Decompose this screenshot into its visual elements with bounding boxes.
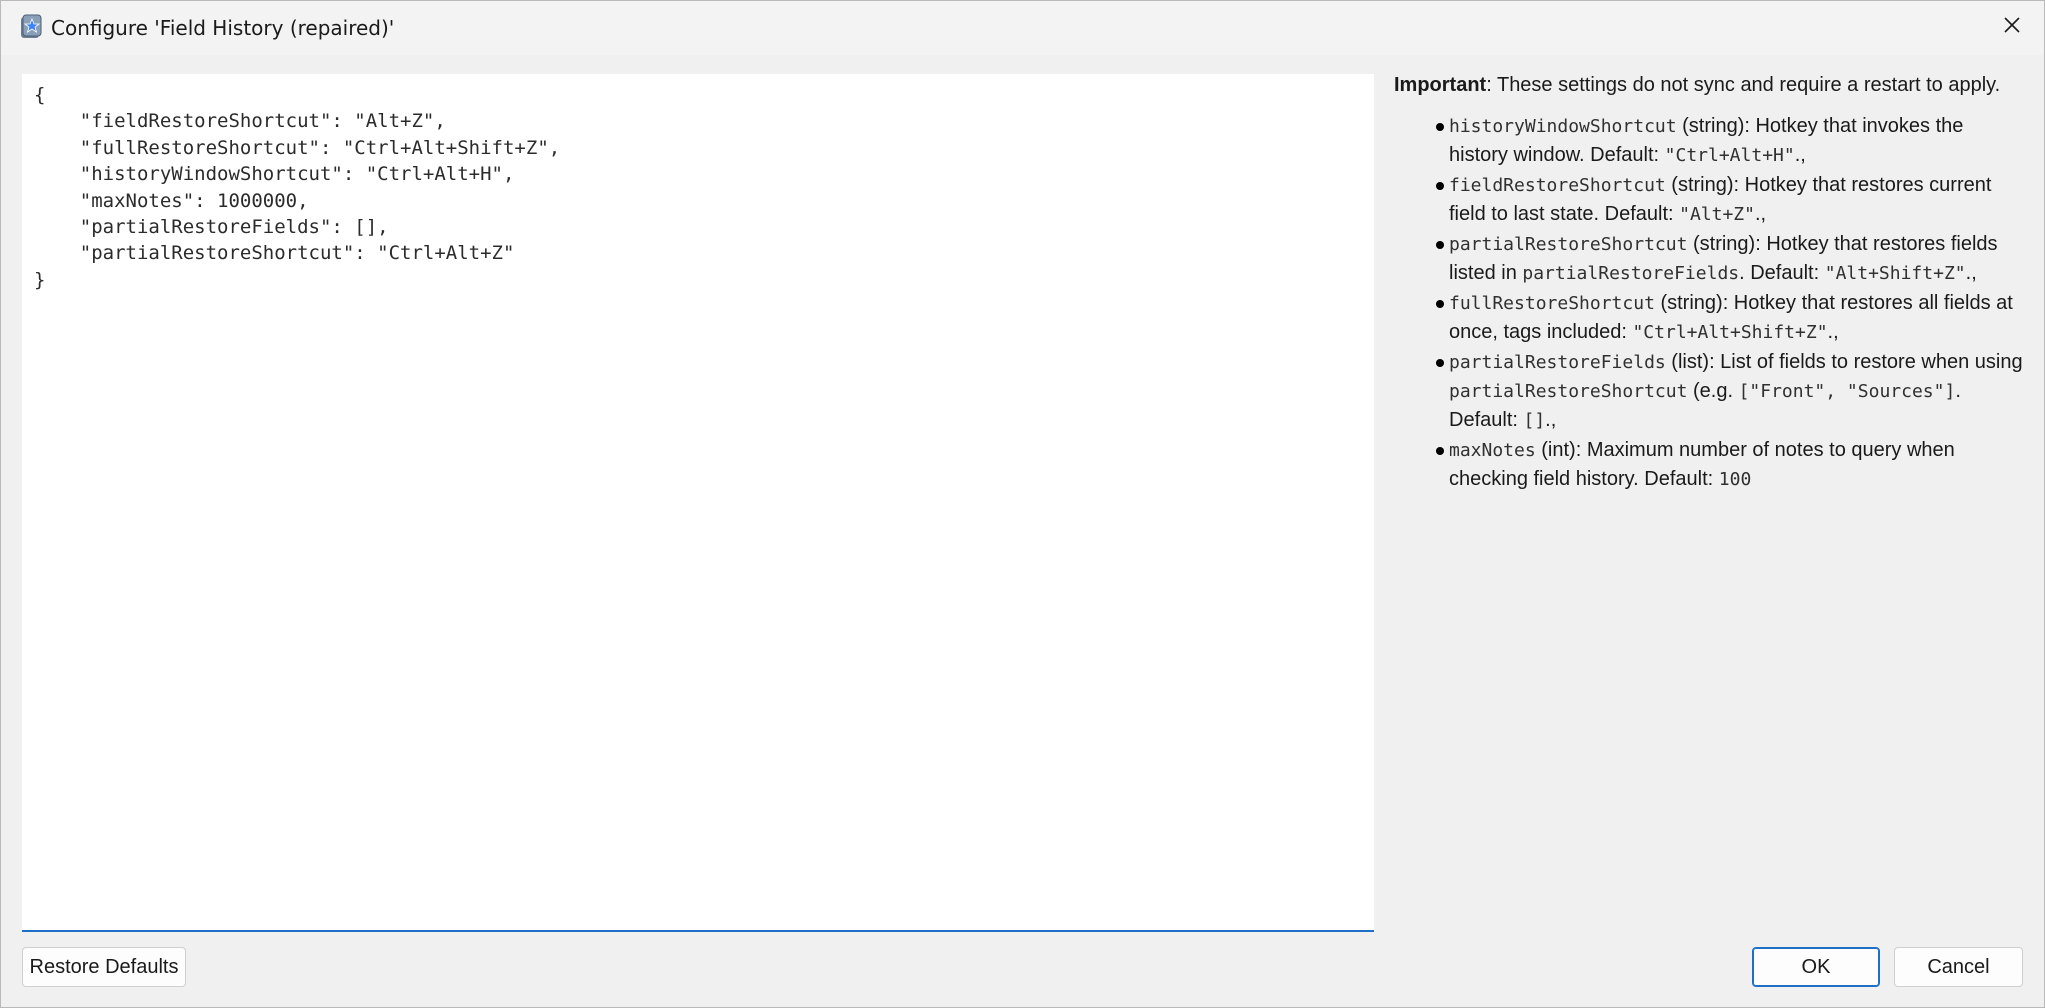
window-title: Configure 'Field History (repaired)'	[51, 16, 395, 40]
close-button[interactable]	[1990, 7, 2034, 47]
config-text[interactable]: { "fieldRestoreShortcut": "Alt+Z", "full…	[22, 74, 1374, 293]
list-item: fullRestoreShortcut (string): Hotkey tha…	[1436, 289, 2024, 347]
list-item: partialRestoreShortcut (string): Hotkey …	[1436, 230, 2024, 288]
important-text: : These settings do not sync and require…	[1486, 74, 2001, 96]
title-bar[interactable]: Configure 'Field History (repaired)'	[1, 1, 2044, 55]
list-item: historyWindowShortcut (string): Hotkey t…	[1436, 112, 2024, 170]
important-label: Important	[1394, 74, 1487, 96]
json-config-editor[interactable]: { "fieldRestoreShortcut": "Alt+Z", "full…	[22, 74, 1374, 932]
list-item: maxNotes (int): Maximum number of notes …	[1436, 436, 2024, 494]
restore-defaults-button[interactable]: Restore Defaults	[22, 947, 186, 987]
important-note: Important: These settings do not sync an…	[1394, 71, 2024, 100]
list-item: fieldRestoreShortcut (string): Hotkey th…	[1436, 171, 2024, 229]
anki-star-icon	[19, 14, 43, 40]
close-icon	[2003, 16, 2021, 38]
config-dialog: Configure 'Field History (repaired)' { "…	[0, 0, 2045, 1008]
help-panel: Important: These settings do not sync an…	[1394, 71, 2024, 495]
settings-list: historyWindowShortcut (string): Hotkey t…	[1394, 112, 2024, 494]
list-item: partialRestoreFields (list): List of fie…	[1436, 348, 2024, 435]
ok-button[interactable]: OK	[1752, 947, 1880, 987]
cancel-button[interactable]: Cancel	[1894, 947, 2023, 987]
